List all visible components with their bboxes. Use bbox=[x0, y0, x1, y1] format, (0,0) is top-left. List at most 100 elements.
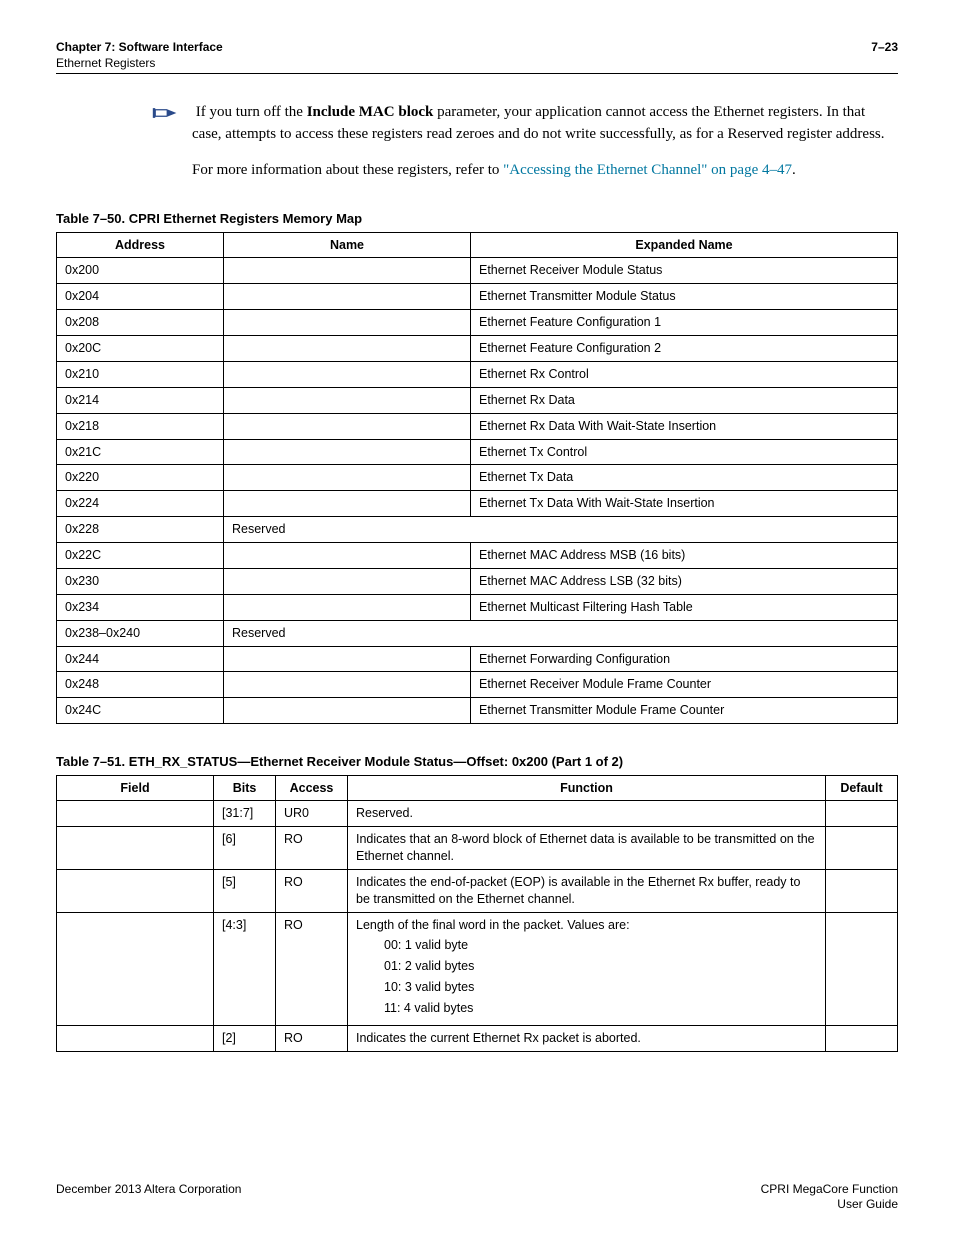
cell-address: 0x230 bbox=[57, 568, 224, 594]
hand-point-icon bbox=[152, 104, 178, 122]
table-row: 0x21CEthernet Tx Control bbox=[57, 439, 898, 465]
cell-expanded: Ethernet MAC Address MSB (16 bits) bbox=[471, 543, 898, 569]
note-block: If you turn off the Include MAC block pa… bbox=[192, 102, 898, 181]
col-field: Field bbox=[57, 776, 214, 801]
table-row: 0x214Ethernet Rx Data bbox=[57, 387, 898, 413]
cell-expanded: Ethernet Receiver Module Status bbox=[471, 258, 898, 284]
cross-ref-link[interactable]: "Accessing the Ethernet Channel" on page… bbox=[503, 162, 792, 178]
cell-bits: [31:7] bbox=[214, 801, 276, 827]
page-header: Chapter 7: Software Interface Ethernet R… bbox=[56, 40, 898, 71]
cell-address: 0x218 bbox=[57, 413, 224, 439]
col-default: Default bbox=[826, 776, 898, 801]
cell-address: 0x244 bbox=[57, 646, 224, 672]
cell-access: RO bbox=[276, 869, 348, 912]
cell-address: 0x21C bbox=[57, 439, 224, 465]
cell-default bbox=[826, 827, 898, 870]
cell-field bbox=[57, 1025, 214, 1051]
cell-name bbox=[224, 568, 471, 594]
header-rule bbox=[56, 73, 898, 74]
cell-function: Indicates that an 8-word block of Ethern… bbox=[348, 827, 826, 870]
cell-address: 0x238–0x240 bbox=[57, 620, 224, 646]
cell-name bbox=[224, 465, 471, 491]
cell-reserved: Reserved bbox=[224, 620, 898, 646]
footer-left: December 2013 Altera Corporation bbox=[56, 1182, 241, 1213]
cell-address: 0x228 bbox=[57, 517, 224, 543]
page-footer: December 2013 Altera Corporation CPRI Me… bbox=[56, 1182, 898, 1213]
cell-name bbox=[224, 413, 471, 439]
cell-name bbox=[224, 698, 471, 724]
cell-name bbox=[224, 361, 471, 387]
cell-default bbox=[826, 869, 898, 912]
list-item: 10: 3 valid bytes bbox=[384, 979, 817, 996]
table-row: 0x220 Ethernet Tx Data bbox=[57, 465, 898, 491]
table-row: [31:7]UR0Reserved. bbox=[57, 801, 898, 827]
table-51-header-row: Field Bits Access Function Default bbox=[57, 776, 898, 801]
cell-expanded: Ethernet Rx Data bbox=[471, 387, 898, 413]
cell-default bbox=[826, 1025, 898, 1051]
cell-default bbox=[826, 801, 898, 827]
table-row: 0x238–0x240Reserved bbox=[57, 620, 898, 646]
table-50-header-row: Address Name Expanded Name bbox=[57, 233, 898, 258]
table-row: 0x20CEthernet Feature Configuration 2 bbox=[57, 336, 898, 362]
col-function: Function bbox=[348, 776, 826, 801]
cell-address: 0x248 bbox=[57, 672, 224, 698]
cell-function: Length of the final word in the packet. … bbox=[348, 912, 826, 1025]
list-item: 00: 1 valid byte bbox=[384, 937, 817, 954]
cell-access: RO bbox=[276, 1025, 348, 1051]
cell-function: Reserved. bbox=[348, 801, 826, 827]
cell-name bbox=[224, 310, 471, 336]
cell-expanded: Ethernet Feature Configuration 1 bbox=[471, 310, 898, 336]
cell-address: 0x24C bbox=[57, 698, 224, 724]
cell-address: 0x220 bbox=[57, 465, 224, 491]
cell-default bbox=[826, 912, 898, 1025]
header-left: Chapter 7: Software Interface Ethernet R… bbox=[56, 40, 223, 71]
table-row: 0x22C Ethernet MAC Address MSB (16 bits) bbox=[57, 543, 898, 569]
cell-field bbox=[57, 912, 214, 1025]
table-50: Address Name Expanded Name 0x200Ethernet… bbox=[56, 232, 898, 724]
cell-bits: [4:3] bbox=[214, 912, 276, 1025]
table-row: 0x208Ethernet Feature Configuration 1 bbox=[57, 310, 898, 336]
cell-address: 0x234 bbox=[57, 594, 224, 620]
cell-expanded: Ethernet Rx Control bbox=[471, 361, 898, 387]
table-row: 0x228Reserved bbox=[57, 517, 898, 543]
table-row: 0x200Ethernet Receiver Module Status bbox=[57, 258, 898, 284]
table-row: 0x224Ethernet Tx Data With Wait-State In… bbox=[57, 491, 898, 517]
table-row: 0x218Ethernet Rx Data With Wait-State In… bbox=[57, 413, 898, 439]
cell-expanded: Ethernet Forwarding Configuration bbox=[471, 646, 898, 672]
col-access: Access bbox=[276, 776, 348, 801]
cell-name bbox=[224, 543, 471, 569]
page-number: 7–23 bbox=[871, 40, 898, 71]
section-title: Ethernet Registers bbox=[56, 56, 155, 70]
table-row: 0x234Ethernet Multicast Filtering Hash T… bbox=[57, 594, 898, 620]
table-row: 0x230Ethernet MAC Address LSB (32 bits) bbox=[57, 568, 898, 594]
table-row: 0x244 Ethernet Forwarding Configuration bbox=[57, 646, 898, 672]
cell-field bbox=[57, 827, 214, 870]
table-row: [2]ROIndicates the current Ethernet Rx p… bbox=[57, 1025, 898, 1051]
footer-right: CPRI MegaCore Function User Guide bbox=[761, 1182, 898, 1213]
cell-access: UR0 bbox=[276, 801, 348, 827]
cell-expanded: Ethernet Transmitter Module Status bbox=[471, 284, 898, 310]
cell-name bbox=[224, 594, 471, 620]
chapter-title: Chapter 7: Software Interface bbox=[56, 40, 223, 54]
col-name: Name bbox=[224, 233, 471, 258]
table-row: 0x24CEthernet Transmitter Module Frame C… bbox=[57, 698, 898, 724]
cell-function: Indicates the end-of-packet (EOP) is ava… bbox=[348, 869, 826, 912]
table-row: [4:3]ROLength of the final word in the p… bbox=[57, 912, 898, 1025]
cell-name bbox=[224, 387, 471, 413]
table-row: [5]ROIndicates the end-of-packet (EOP) i… bbox=[57, 869, 898, 912]
cell-access: RO bbox=[276, 827, 348, 870]
cell-bits: [5] bbox=[214, 869, 276, 912]
note-paragraph-1: If you turn off the Include MAC block pa… bbox=[192, 102, 898, 146]
cell-field bbox=[57, 801, 214, 827]
table-row: [6]ROIndicates that an 8-word block of E… bbox=[57, 827, 898, 870]
cell-address: 0x20C bbox=[57, 336, 224, 362]
cell-name bbox=[224, 336, 471, 362]
cell-name bbox=[224, 646, 471, 672]
cell-address: 0x224 bbox=[57, 491, 224, 517]
cell-expanded: Ethernet Tx Data bbox=[471, 465, 898, 491]
note-paragraph-2: For more information about these registe… bbox=[192, 160, 898, 182]
cell-address: 0x22C bbox=[57, 543, 224, 569]
table-row: 0x204Ethernet Transmitter Module Status bbox=[57, 284, 898, 310]
table-row: 0x210Ethernet Rx Control bbox=[57, 361, 898, 387]
list-item: 01: 2 valid bytes bbox=[384, 958, 817, 975]
